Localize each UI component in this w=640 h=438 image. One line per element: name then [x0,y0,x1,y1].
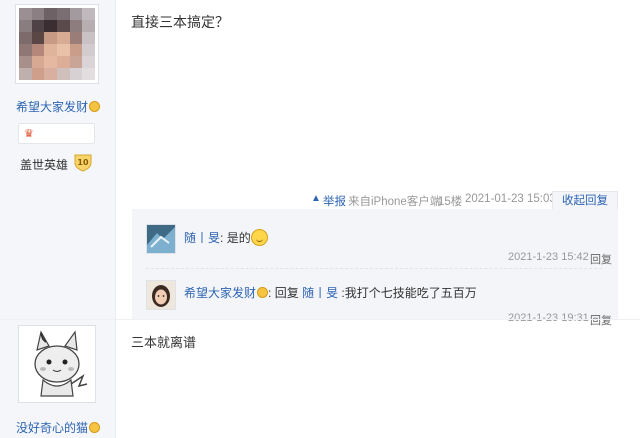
post-time: 2021-01-23 15:03 [465,193,556,205]
reply-button[interactable]: 回复 [590,312,612,328]
warning-triangle-icon[interactable]: ▲ [311,193,321,204]
reply-button[interactable]: 回复 [590,251,612,267]
post-floor: 15楼 [438,196,463,208]
author-sidebar: 希望大家发财 ♛ 盖世英雄 10 没好奇心的猫 [0,0,116,438]
post-source: 来自iPhone客户端 [348,196,442,208]
reply-avatar-image [147,225,175,253]
pikachu-cat-avatar-image [19,326,95,402]
reply-username[interactable]: 随丨旻 [184,231,220,245]
author-avatar[interactable] [15,4,99,84]
reply-time: 2021-1-23 19:31 [508,312,589,324]
smile-emoji-icon [257,287,269,298]
report-link[interactable]: 举报 [323,193,346,209]
reply-avatar-image [147,281,175,309]
reply-divider [146,268,602,269]
author-avatar-2[interactable] [18,325,96,403]
reply-avatar[interactable] [146,224,176,254]
pixelated-avatar-image [19,8,95,80]
crown-badge-icon: ♛ [24,128,34,140]
collapse-reply-button[interactable]: 收起回复 [552,191,618,210]
reply-time: 2021-1-23 15:42 [508,251,589,263]
user-title: 盖世英雄 [20,158,69,172]
smile-emoji-icon [89,101,100,112]
post-content-2: 三本就离谱 [131,335,197,350]
smile-emoji-icon [89,422,100,433]
level-badge-icon[interactable]: 10 [73,152,93,172]
author-username-2[interactable]: 没好奇心的猫 [0,419,116,436]
reply-avatar[interactable] [146,280,176,310]
level-number: 10 [77,158,89,167]
grin-emoji-icon [250,229,268,246]
reply-text: 希望大家发财: 回复 随丨旻 :我打个七技能吃了五百万 [184,286,477,300]
post-content: 直接三本搞定？ [131,14,229,30]
post-content-area: 直接三本搞定？ ▲ 举报 来自iPhone客户端 15楼 2021-01-23 … [116,0,640,438]
post-meta-row: ▲ 举报 来自iPhone客户端 15楼 2021-01-23 15:03 收起… [116,191,640,210]
reply-to-username[interactable]: 随丨旻 [302,286,338,300]
user-badge-box[interactable]: ♛ [18,123,95,144]
post-divider [0,319,640,320]
reply-text: 随丨旻: 是的 [184,229,268,246]
reply-username[interactable]: 希望大家发财 [184,286,256,300]
reply-list: 随丨旻: 是的 2021-1-23 15:42 回复 希望大家发财: 回复 随丨… [132,209,618,327]
author-username[interactable]: 希望大家发财 [0,98,116,115]
